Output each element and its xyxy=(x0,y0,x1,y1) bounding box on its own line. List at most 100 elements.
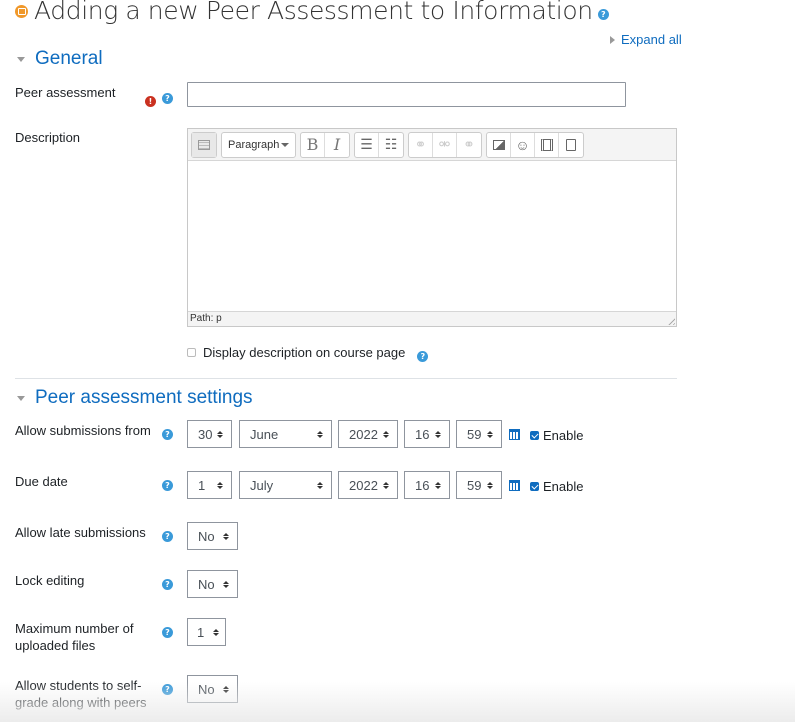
help-icon[interactable]: ? xyxy=(162,579,173,590)
help-icon[interactable]: ? xyxy=(162,531,173,542)
editor-toolbar: Paragraph B I ☰ ☷ ⚭ ⚮ ⚭ ☺ xyxy=(188,129,676,161)
updown-arrows-icon xyxy=(223,532,229,540)
display-description-checkbox[interactable] xyxy=(187,348,196,357)
resize-handle-icon[interactable] xyxy=(666,316,675,325)
help-icon[interactable]: ? xyxy=(162,684,173,695)
updown-arrows-icon xyxy=(317,481,323,489)
allow-from-year-select[interactable]: 2022 xyxy=(338,420,398,448)
allow-from-day-select[interactable]: 30 xyxy=(187,420,232,448)
description-editor: Paragraph B I ☰ ☷ ⚭ ⚮ ⚭ ☺ Path: p xyxy=(187,128,677,327)
anchor-icon: ⚭ xyxy=(463,136,475,152)
media-button[interactable] xyxy=(535,132,559,157)
help-icon[interactable]: ? xyxy=(162,480,173,491)
select-value: 59 xyxy=(467,426,482,442)
italic-button[interactable]: I xyxy=(325,133,349,157)
editor-content-area[interactable] xyxy=(188,161,676,311)
expand-all-link[interactable]: Expand all xyxy=(610,32,682,47)
help-icon[interactable]: ? xyxy=(597,9,609,20)
calendar-icon[interactable] xyxy=(509,480,520,491)
numbered-list-icon: ☷ xyxy=(384,136,398,152)
lock-editing-select[interactable]: No xyxy=(187,570,238,598)
bullet-list-button[interactable]: ☰ xyxy=(355,132,379,157)
calendar-icon[interactable] xyxy=(509,429,520,440)
link-button[interactable]: ⚭ xyxy=(409,132,433,157)
allow-from-enable[interactable]: Enable xyxy=(530,428,583,443)
updown-arrows-icon xyxy=(435,430,441,438)
image-button[interactable] xyxy=(487,132,511,157)
editor-status-bar: Path: p xyxy=(188,311,676,326)
bold-icon: B xyxy=(306,135,319,154)
section-general-toggle[interactable]: General xyxy=(15,48,103,70)
toolbar-toggle-button[interactable] xyxy=(192,132,216,157)
caret-down-icon xyxy=(17,395,25,401)
paste-button[interactable] xyxy=(559,133,583,157)
lock-editing-label: Lock editing xyxy=(15,573,85,588)
updown-arrows-icon xyxy=(383,430,389,438)
link-icon: ⚭ xyxy=(414,136,427,152)
section-settings-heading: Peer assessment settings xyxy=(35,387,253,408)
max-files-label-line1: Maximum number of xyxy=(15,621,134,636)
bullet-list-icon: ☰ xyxy=(360,136,373,152)
select-value: June xyxy=(250,426,279,442)
unlink-icon: ⚮ xyxy=(438,136,451,152)
due-date-label: Due date xyxy=(15,474,68,489)
expand-all-label: Expand all xyxy=(621,32,682,47)
numbered-list-button[interactable]: ☷ xyxy=(379,133,403,157)
select-value: No xyxy=(198,528,215,544)
section-settings-toggle[interactable]: Peer assessment settings xyxy=(15,387,253,409)
unlink-button[interactable]: ⚮ xyxy=(433,132,457,157)
due-hour-select[interactable]: 16 xyxy=(404,471,450,499)
updown-arrows-icon xyxy=(217,481,223,489)
emoticon-button[interactable]: ☺ xyxy=(511,132,535,157)
select-value: No xyxy=(198,681,215,697)
updown-arrows-icon xyxy=(487,430,493,438)
anchor-button[interactable]: ⚭ xyxy=(457,133,481,157)
due-month-select[interactable]: July xyxy=(239,471,332,499)
select-value: 1 xyxy=(197,624,205,640)
self-grade-select[interactable]: No xyxy=(187,675,238,703)
select-value: No xyxy=(198,576,215,592)
section-divider xyxy=(15,378,677,379)
caret-down-icon xyxy=(17,56,25,62)
peer-assessment-module-icon xyxy=(15,5,28,18)
select-value: July xyxy=(250,477,274,493)
bold-button[interactable]: B xyxy=(301,132,325,157)
display-description-option[interactable]: Display description on course page ? xyxy=(187,345,429,362)
display-description-label: Display description on course page xyxy=(203,345,406,360)
allow-from-hour-select[interactable]: 16 xyxy=(404,420,450,448)
allow-from-month-select[interactable]: June xyxy=(239,420,332,448)
updown-arrows-icon xyxy=(487,481,493,489)
select-value: 16 xyxy=(415,426,430,442)
block-format-select[interactable]: Paragraph xyxy=(222,133,295,157)
help-icon[interactable]: ? xyxy=(162,627,173,638)
select-value: 16 xyxy=(415,477,430,493)
due-year-select[interactable]: 2022 xyxy=(338,471,398,499)
page-title: Adding a new Peer Assessment to Informat… xyxy=(15,0,609,25)
updown-arrows-icon xyxy=(217,430,223,438)
toolbar-group-toggle xyxy=(191,131,217,158)
updown-arrows-icon xyxy=(383,481,389,489)
self-grade-label-line2: grade along with peers xyxy=(15,695,147,710)
help-icon[interactable]: ? xyxy=(417,351,429,362)
due-day-select[interactable]: 1 xyxy=(187,471,232,499)
self-grade-label: Allow students to self- grade along with… xyxy=(15,677,147,711)
toolbar-group-style: B I xyxy=(300,131,350,158)
allow-from-minute-select[interactable]: 59 xyxy=(456,420,502,448)
italic-icon: I xyxy=(333,135,341,154)
updown-arrows-icon xyxy=(213,628,219,636)
max-files-label-line2: uploaded files xyxy=(15,638,96,653)
allow-late-select[interactable]: No xyxy=(187,522,238,550)
help-icon[interactable]: ? xyxy=(162,93,173,104)
due-date-enable[interactable]: Enable xyxy=(530,479,583,494)
chevron-down-icon xyxy=(281,142,289,147)
allow-from-enable-checkbox[interactable] xyxy=(530,431,539,440)
due-date-enable-checkbox[interactable] xyxy=(530,482,539,491)
due-minute-select[interactable]: 59 xyxy=(456,471,502,499)
peer-assessment-name-input[interactable] xyxy=(187,82,626,107)
block-format-value: Paragraph xyxy=(228,138,280,151)
help-icon[interactable]: ? xyxy=(162,429,173,440)
max-files-select[interactable]: 1 xyxy=(187,618,226,646)
select-value: 59 xyxy=(467,477,482,493)
image-icon xyxy=(492,139,505,150)
select-value: 1 xyxy=(198,477,206,493)
